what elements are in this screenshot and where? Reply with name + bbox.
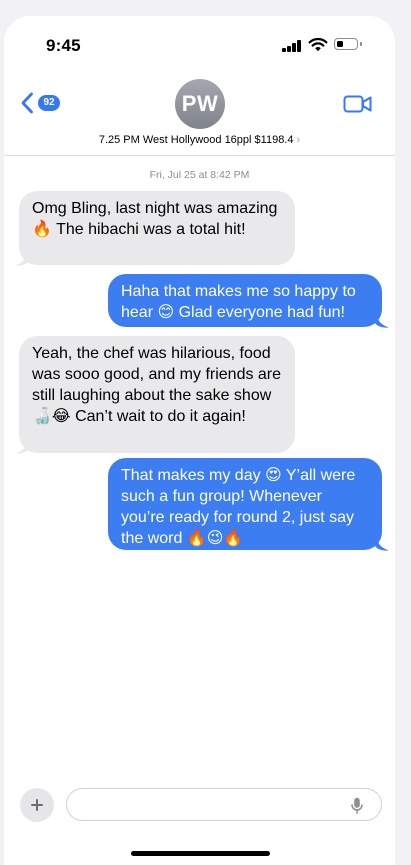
incoming-message-bubble[interactable]: Omg Bling, last night was amazing 🔥 The … [19,191,295,265]
wifi-icon [308,37,328,52]
message-text: Omg Bling, last night was amazing 🔥 The … [32,200,278,238]
outgoing-message-bubble[interactable]: Haha that makes me so happy to hear 😊 Gl… [108,274,382,327]
battery-level [336,40,343,47]
conversation-header: 92 PW 7.25 PM West Hollywood 16ppl $1198… [4,74,395,156]
message-input[interactable] [66,788,382,821]
contact-avatar[interactable]: PW [175,79,225,129]
unread-count-badge: 92 [38,95,60,111]
messages-screen: 9:45 92 PW 7.25 PM West Hollywood 16ppl … [4,16,395,865]
incoming-bubble-tail [15,440,29,454]
video-camera-icon[interactable] [343,94,373,114]
plus-icon[interactable] [20,788,54,822]
incoming-message-bubble[interactable]: Yeah, the chef was hilarious, food was s… [19,336,295,453]
home-indicator[interactable] [131,851,270,856]
incoming-bubble-tail [15,252,29,266]
contact-name: 7.25 PM West Hollywood 16ppl $1198.4 [98,134,294,146]
battery-icon [334,38,358,50]
status-time: 9:45 [46,36,81,55]
outgoing-bubble-tail [375,314,389,328]
outgoing-bubble-tail [375,537,389,551]
message-text: That makes my day 😍 Y’all were such a fu… [121,467,356,547]
battery-cap [360,42,362,46]
status-bar: 9:45 [4,16,395,74]
cellular-signal-icon [282,40,302,52]
outgoing-message-bubble[interactable]: That makes my day 😍 Y’all were such a fu… [108,458,382,550]
message-text: Haha that makes me so happy to hear 😊 Gl… [121,283,356,321]
microphone-icon[interactable] [351,797,363,814]
message-text: Yeah, the chef was hilarious, food was s… [32,345,282,425]
chevron-right-icon: › [296,134,301,146]
chevron-left-icon [21,92,33,114]
back-button[interactable]: 92 [20,92,68,114]
thread-timestamp: Fri, Jul 25 at 8:42 PM [149,169,250,181]
contact-name-button[interactable]: 7.25 PM West Hollywood 16ppl $1198.4 › [4,134,395,146]
